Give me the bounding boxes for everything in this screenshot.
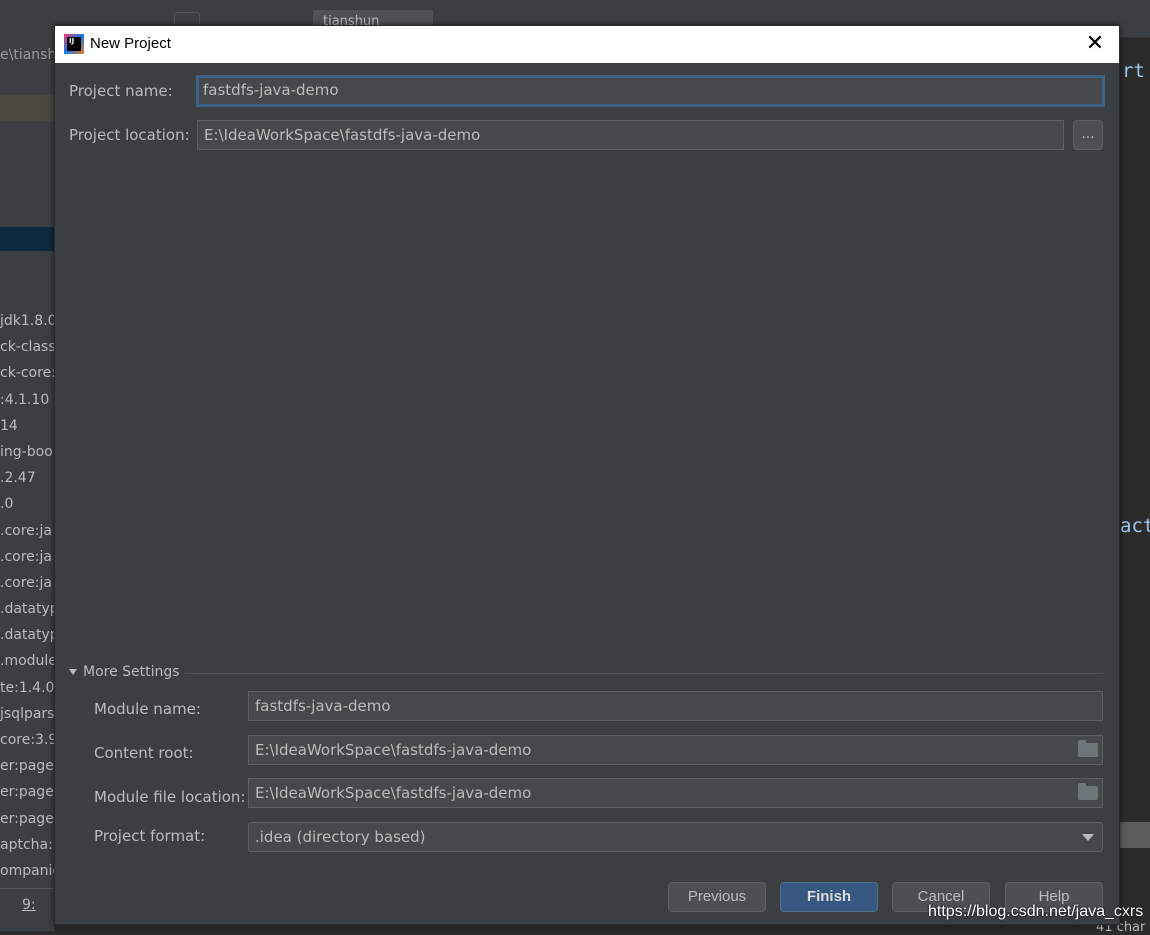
collapse-triangle-icon xyxy=(69,669,77,675)
tree-item[interactable]: .core:ja xyxy=(0,544,54,570)
content-root-input[interactable]: E:\IdeaWorkSpace\fastdfs-java-demo xyxy=(248,735,1103,765)
tree-item[interactable]: ck-classi xyxy=(0,334,54,360)
tree-item[interactable]: .core:ja xyxy=(0,570,54,596)
more-settings-label: More Settings xyxy=(83,664,180,680)
tree-highlight xyxy=(0,95,54,121)
status-text[interactable]: 9: xyxy=(22,897,36,913)
project-location-input[interactable]: E:\IdeaWorkSpace\fastdfs-java-demo xyxy=(197,120,1064,150)
scroll-region xyxy=(1120,822,1150,848)
tree-item[interactable]: .datatyp xyxy=(0,596,54,622)
status-bar: 9: xyxy=(0,888,54,931)
code-fragment: rt xyxy=(1122,60,1145,82)
dialog-titlebar[interactable]: IJ New Project ✕ xyxy=(55,26,1119,63)
divider xyxy=(185,673,1103,674)
previous-button[interactable]: Previous xyxy=(668,882,766,912)
module-file-location-label: Module file location: xyxy=(94,788,246,806)
tree-item[interactable]: 14 xyxy=(0,413,54,439)
module-name-label: Module name: xyxy=(94,700,201,718)
tree-item[interactable]: .core:ja xyxy=(0,518,54,544)
new-project-dialog: IJ New Project ✕ Project name: fastdfs-j… xyxy=(54,25,1120,925)
tree-item[interactable]: jsqlpars xyxy=(0,701,54,727)
tree-item[interactable]: .2.47 xyxy=(0,465,54,491)
project-format-label: Project format: xyxy=(94,827,206,845)
intellij-icon: IJ xyxy=(64,34,84,54)
tree-item[interactable]: :4.1.10 xyxy=(0,387,54,413)
module-file-location-value: E:\IdeaWorkSpace\fastdfs-java-demo xyxy=(255,784,532,802)
content-root-label: Content root: xyxy=(94,744,194,762)
project-name-label: Project name: xyxy=(69,82,173,100)
tree-selection xyxy=(0,227,54,251)
tree-item[interactable]: ing-boo xyxy=(0,439,54,465)
tree-item[interactable]: core:3.9 xyxy=(0,727,54,753)
tree-item[interactable]: ck-core: xyxy=(0,360,54,386)
tree-item[interactable]: er:pageh xyxy=(0,806,54,832)
project-format-select[interactable]: .idea (directory based) xyxy=(248,822,1103,852)
folder-icon[interactable] xyxy=(1078,783,1098,800)
tree-item[interactable]: er:pageh xyxy=(0,753,54,779)
project-location-label: Project location: xyxy=(69,126,190,144)
code-fragment: act xyxy=(1120,515,1150,537)
tree-item[interactable]: te:1.4.0 xyxy=(0,675,54,701)
module-file-location-input[interactable]: E:\IdeaWorkSpace\fastdfs-java-demo xyxy=(248,778,1103,808)
tree-item[interactable]: jdk1.8.0 xyxy=(0,308,54,334)
tree-item[interactable]: ompanio xyxy=(0,858,54,884)
tree-item[interactable]: .datatyp xyxy=(0,622,54,648)
project-name-input[interactable]: fastdfs-java-demo xyxy=(196,75,1105,107)
close-icon[interactable]: ✕ xyxy=(1081,30,1109,58)
tree-item[interactable]: .module xyxy=(0,648,54,674)
more-settings-toggle[interactable]: More Settings xyxy=(69,664,180,680)
project-format-value: .idea (directory based) xyxy=(255,828,426,846)
project-tree: jdk1.8.0 ck-classi ck-core::4.1.10 14 ing-bo… xyxy=(0,308,54,884)
folder-icon[interactable] xyxy=(1078,740,1098,757)
dialog-title: New Project xyxy=(90,35,171,52)
tree-item[interactable]: er:pageh xyxy=(0,779,54,805)
tree-item[interactable]: .0 xyxy=(0,491,54,517)
chevron-down-icon xyxy=(1082,834,1094,841)
browse-button[interactable]: ... xyxy=(1073,120,1103,150)
watermark: https://blog.csdn.net/java_cxrs xyxy=(928,903,1144,920)
content-root-value: E:\IdeaWorkSpace\fastdfs-java-demo xyxy=(255,741,532,759)
module-name-input[interactable]: fastdfs-java-demo xyxy=(248,691,1103,721)
finish-button[interactable]: Finish xyxy=(780,882,878,912)
tree-item[interactable]: aptcha: xyxy=(0,832,54,858)
